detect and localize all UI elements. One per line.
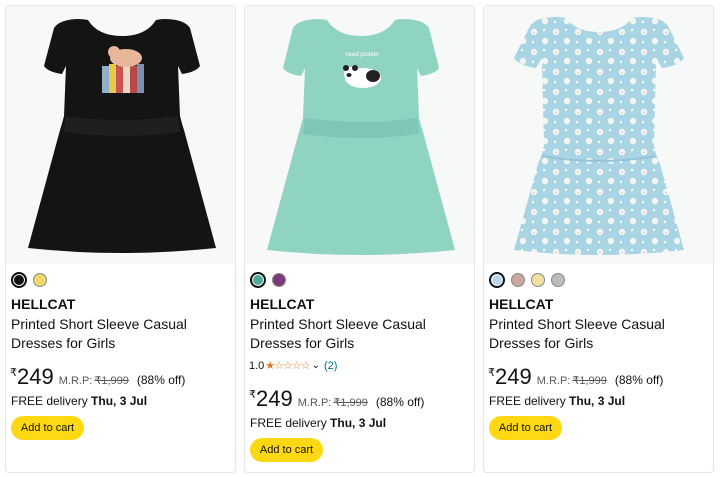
mrp-value: ₹1,999: [572, 375, 607, 387]
mrp-value: ₹1,999: [94, 375, 129, 387]
delivery-date: Thu, 3 Jul: [330, 416, 387, 430]
mrp-label: M.R.P:: [58, 375, 93, 387]
product-title[interactable]: Printed Short Sleeve Casual Dresses for …: [250, 315, 470, 353]
price: 249: [495, 364, 532, 389]
price: 249: [256, 386, 293, 411]
discount: (88% off): [136, 373, 186, 387]
color-swatch-mauve[interactable]: [511, 273, 525, 287]
delivery-info: FREE delivery Thu, 3 Jul: [11, 394, 147, 408]
mrp-value: ₹1,999: [333, 397, 368, 409]
currency-symbol: ₹: [249, 389, 256, 401]
product-card[interactable]: need protein HELLCAT Printed Short Sleev…: [244, 5, 475, 473]
discount: (88% off): [614, 373, 664, 387]
color-swatch-light-blue[interactable]: [489, 272, 505, 288]
color-swatch-grey[interactable]: [551, 273, 565, 287]
delivery-date: Thu, 3 Jul: [569, 394, 626, 408]
product-image[interactable]: [484, 6, 713, 264]
product-card[interactable]: HELLCAT Printed Short Sleeve Casual Dres…: [483, 5, 714, 473]
discount: (88% off): [375, 395, 425, 409]
brand-name: HELLCAT: [250, 296, 315, 312]
currency-symbol: ₹: [10, 367, 17, 379]
add-to-cart-button[interactable]: Add to cart: [489, 416, 562, 440]
delivery-label: FREE delivery: [250, 416, 331, 430]
delivery-date: Thu, 3 Jul: [91, 394, 148, 408]
product-image[interactable]: need protein: [245, 6, 474, 264]
mrp-label: M.R.P:: [297, 397, 332, 409]
delivery-label: FREE delivery: [489, 394, 570, 408]
product-card[interactable]: HELLCAT Printed Short Sleeve Casual Dres…: [5, 5, 236, 473]
add-to-cart-button[interactable]: Add to cart: [250, 438, 323, 462]
color-swatch-teal[interactable]: [250, 272, 266, 288]
delivery-info: FREE delivery Thu, 3 Jul: [489, 394, 625, 408]
delivery-label: FREE delivery: [11, 394, 92, 408]
currency-symbol: ₹: [488, 367, 495, 379]
add-to-cart-button[interactable]: Add to cart: [11, 416, 84, 440]
product-image[interactable]: [6, 6, 235, 264]
brand-name: HELLCAT: [489, 296, 554, 312]
product-title[interactable]: Printed Short Sleeve Casual Dresses for …: [11, 315, 231, 353]
panda-print-text: need protein: [345, 52, 378, 58]
rating-value: 1.0: [249, 359, 265, 372]
price: 249: [17, 364, 54, 389]
color-swatch-black[interactable]: [11, 272, 27, 288]
rating-count[interactable]: (2): [324, 360, 337, 372]
color-swatch-yellow[interactable]: [33, 273, 47, 287]
color-swatch-cream[interactable]: [531, 273, 545, 287]
delivery-info: FREE delivery Thu, 3 Jul: [250, 416, 386, 430]
product-title[interactable]: Printed Short Sleeve Casual Dresses for …: [489, 315, 709, 353]
brand-name: HELLCAT: [11, 296, 76, 312]
star-rating-icon: ★☆☆☆☆: [265, 360, 310, 372]
mrp-label: M.R.P:: [536, 375, 571, 387]
chevron-down-icon[interactable]: ⌄: [312, 360, 320, 371]
rating[interactable]: 1.0 ★☆☆☆☆ ⌄ (2): [249, 359, 337, 373]
color-swatch-purple[interactable]: [272, 273, 286, 287]
